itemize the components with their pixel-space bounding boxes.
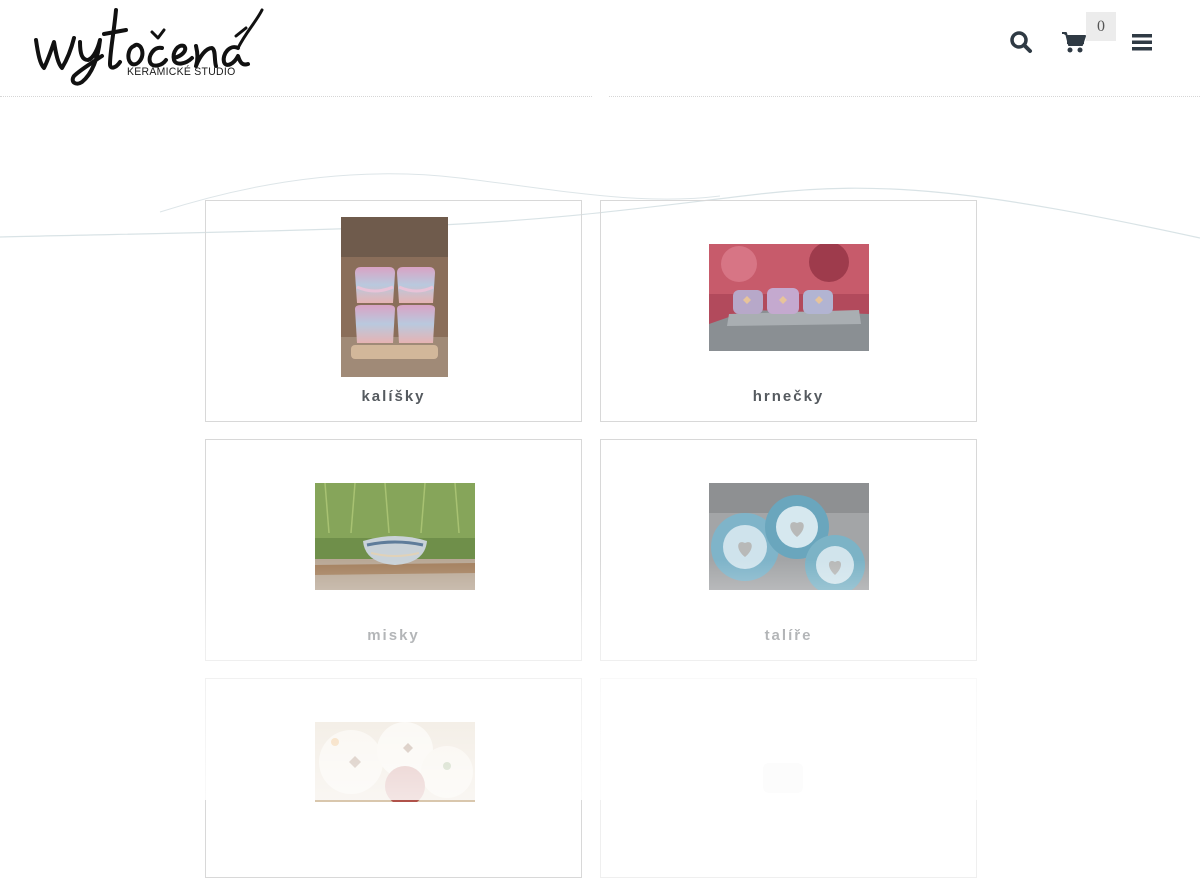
hamburger-menu-icon: [1132, 34, 1152, 51]
category-image-talire: [709, 483, 869, 590]
category-label: misky: [367, 627, 420, 644]
category-card-6[interactable]: [600, 678, 977, 878]
search-button[interactable]: [1007, 28, 1035, 56]
category-label: talíře: [764, 627, 813, 644]
category-card-misky[interactable]: misky: [205, 439, 582, 661]
category-label: kalíšky: [361, 388, 426, 405]
category-card-hrnecky[interactable]: hrnečky: [600, 200, 977, 422]
menu-button[interactable]: [1128, 28, 1156, 56]
cart-button[interactable]: [1060, 28, 1088, 56]
category-card-talire[interactable]: talíře: [600, 439, 977, 661]
category-image-kalisky: [341, 217, 448, 377]
category-image-6: [761, 757, 811, 797]
cart-icon: [1062, 32, 1086, 53]
site-logo[interactable]: KERAMICKÉ STUDIO: [30, 2, 270, 88]
logo-subtitle: KERAMICKÉ STUDIO: [127, 66, 236, 78]
site-header: KERAMICKÉ STUDIO 0: [0, 0, 1200, 97]
category-label: hrnečky: [752, 388, 825, 405]
category-card-5[interactable]: [205, 678, 582, 878]
category-card-kalisky[interactable]: kalíšky: [205, 200, 582, 422]
cart-count-badge[interactable]: 0: [1086, 12, 1116, 41]
category-image-misky: [315, 483, 475, 590]
category-image-hrnecky: [709, 244, 869, 351]
category-image-5: [315, 722, 475, 802]
header-divider-gap: [592, 94, 608, 100]
search-icon: [1010, 31, 1032, 53]
